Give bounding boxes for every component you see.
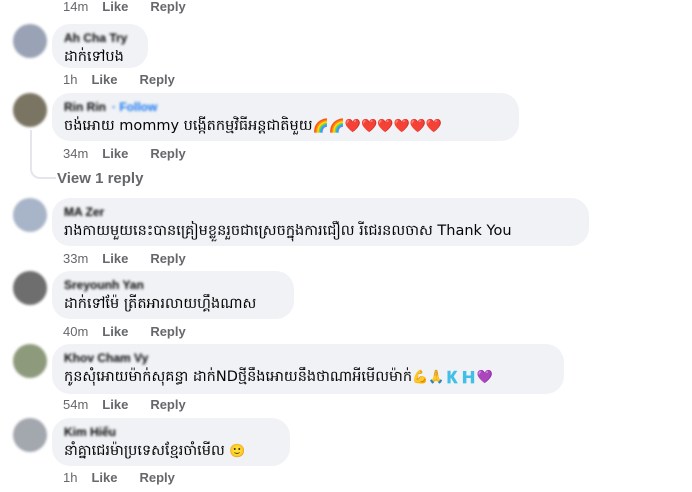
comment-time: 1h xyxy=(63,470,78,485)
comment-bubble: MA Zer រាងកាយមួយនេះបានគ្រៀមខ្លួនរួចជាស្រ… xyxy=(52,198,589,246)
comment-text-body: នាំគ្នាជេរម៉ាប្រទេសខ្មែរចាំមើល xyxy=(64,443,225,459)
comment-bubble: Ah Cha Try ដាក់ទៅបង xyxy=(52,24,148,68)
comment-time: 40m xyxy=(63,324,89,339)
comment-actions: 40m Like Reply xyxy=(63,324,208,339)
view-replies-link[interactable]: View 1 reply xyxy=(57,170,143,187)
comment-actions: 33m Like Reply xyxy=(63,251,208,266)
comment-time: 1h xyxy=(63,72,78,87)
like-button[interactable]: Like xyxy=(102,397,128,412)
reply-button[interactable]: Reply xyxy=(150,251,185,266)
reply-button[interactable]: Reply xyxy=(150,324,185,339)
commenter-name[interactable]: Khov Cham Vy xyxy=(64,351,552,365)
avatar[interactable] xyxy=(13,418,47,452)
reply-button[interactable]: Reply xyxy=(139,470,174,485)
avatar[interactable] xyxy=(13,344,47,378)
avatar[interactable] xyxy=(13,24,47,58)
commenter-name[interactable]: MA Zer xyxy=(64,205,577,219)
comment-time: 54m xyxy=(63,397,89,412)
comment-bubble: Kim Hiếu នាំគ្នាជេរម៉ាប្រទេសខ្មែរចាំមើល … xyxy=(52,418,290,466)
comment-text-body: កូនសុំអោយម៉ាក់សុគន្ធា ដាក់NDថ្មីនឹងអោយនឹ… xyxy=(64,369,413,385)
avatar[interactable] xyxy=(13,93,47,127)
comment-text: នាំគ្នាជេរម៉ាប្រទេសខ្មែរចាំមើល 🙂 xyxy=(64,441,278,462)
comment-bubble: Sreyounh Yan ដាក់ទៅម៉ែ ត្រីតអារលាយហ្គឹងណ… xyxy=(52,271,294,319)
commenter-name[interactable]: Sreyounh Yan xyxy=(64,278,282,292)
comment-actions: 54m Like Reply xyxy=(63,397,208,412)
comment-text-body: ចង់អោយ mommy បង្កើតកម្មវិធីអន្តជាតិមួយ xyxy=(64,118,313,134)
commenter-name-text[interactable]: Rin Rin xyxy=(64,100,106,114)
comment-text: ដាក់ទៅបង xyxy=(64,49,124,65)
like-button[interactable]: Like xyxy=(91,470,117,485)
comment-time: 34m xyxy=(63,146,89,161)
comment-emoji: 💪🙏🇰🇭💜 xyxy=(412,370,493,385)
avatar[interactable] xyxy=(13,271,47,305)
like-button[interactable]: Like xyxy=(102,251,128,266)
reply-button[interactable]: Reply xyxy=(150,146,185,161)
comment-time: 33m xyxy=(63,251,89,266)
comment-actions: 34m Like Reply xyxy=(63,146,208,161)
comment-emoji: 🌈🌈❤️❤️❤️❤️❤️❤️ xyxy=(312,119,443,134)
comment-text: កូនសុំអោយម៉ាក់សុគន្ធា ដាក់NDថ្មីនឹងអោយនឹ… xyxy=(64,367,552,388)
like-button[interactable]: Like xyxy=(102,0,128,14)
comment-actions: 1h Like Reply xyxy=(63,72,197,87)
comment-text: ដាក់ទៅម៉ែ ត្រីតអារលាយហ្គឹងណាស xyxy=(64,296,257,312)
reply-button[interactable]: Reply xyxy=(139,72,174,87)
comment-actions: 14m Like Reply xyxy=(63,0,208,14)
avatar[interactable] xyxy=(13,198,47,232)
like-button[interactable]: Like xyxy=(102,146,128,161)
comment-text: ចង់អោយ mommy បង្កើតកម្មវិធីអន្តជាតិមួយ🌈🌈… xyxy=(64,116,507,137)
comment-time: 14m xyxy=(63,0,89,14)
commenter-name[interactable]: Ah Cha Try xyxy=(64,31,136,45)
like-button[interactable]: Like xyxy=(91,72,117,87)
comment-text: រាងកាយមួយនេះបានគ្រៀមខ្លួនរួចជាស្រេចក្នុង… xyxy=(64,223,512,239)
like-button[interactable]: Like xyxy=(102,324,128,339)
comment-actions: 1h Like Reply xyxy=(63,470,197,485)
follow-link[interactable]: · Follow xyxy=(112,100,157,114)
comment-emoji: 🙂 xyxy=(229,444,246,459)
commenter-name[interactable]: Rin Rin · Follow xyxy=(64,100,507,114)
comment-bubble: Rin Rin · Follow ចង់អោយ mommy បង្កើតកម្មវ… xyxy=(52,93,519,141)
reply-button[interactable]: Reply xyxy=(150,397,185,412)
comment-bubble: Khov Cham Vy កូនសុំអោយម៉ាក់សុគន្ធា ដាក់N… xyxy=(52,344,564,394)
reply-button[interactable]: Reply xyxy=(150,0,185,14)
commenter-name[interactable]: Kim Hiếu xyxy=(64,425,278,439)
thread-connector xyxy=(30,130,56,179)
